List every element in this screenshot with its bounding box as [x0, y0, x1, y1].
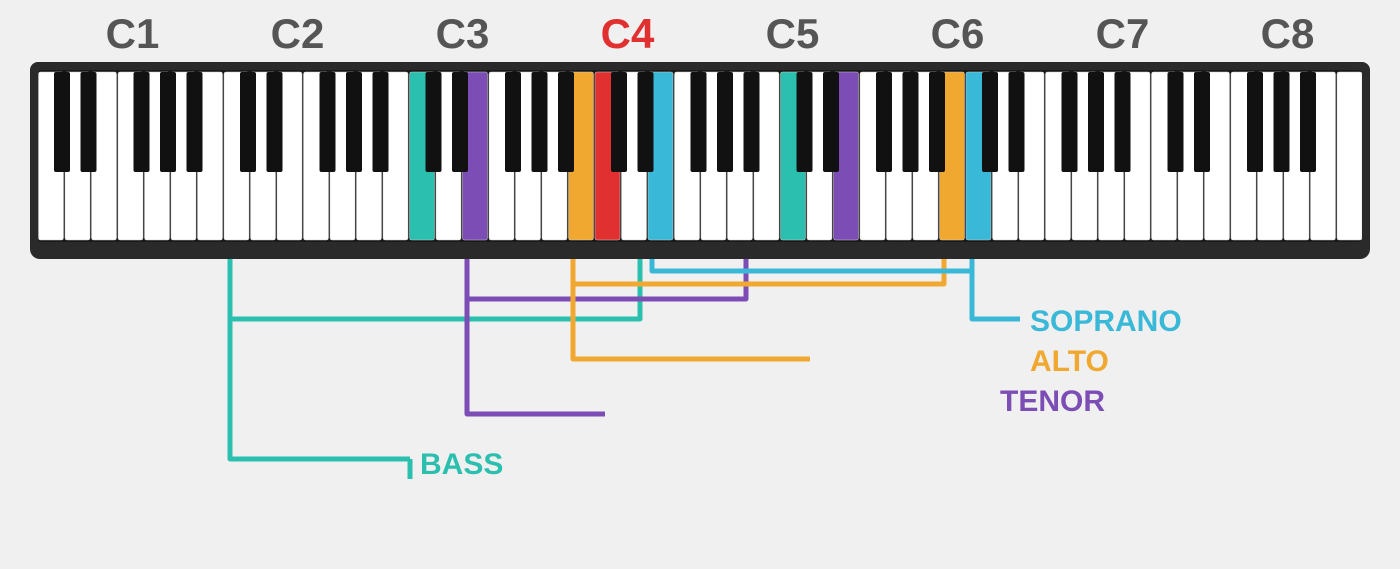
bass-label: BASS	[420, 448, 503, 481]
brackets-area: SOPRANO ALTO TENOR BASS	[30, 259, 1370, 509]
main-container: C1 C2 C3 C4 C5 C6 C7 C8 // This won't ex…	[0, 0, 1400, 569]
soprano-label: SOPRANO	[1030, 305, 1182, 338]
piano-keyboard: // This won't execute in SVG - we handle…	[30, 62, 1370, 259]
piano-svg: // This won't execute in SVG - we handle…	[38, 70, 1362, 242]
octave-labels: C1 C2 C3 C4 C5 C6 C7 C8	[50, 0, 1370, 58]
tenor-label: TENOR	[1000, 385, 1105, 418]
octave-label-c4: C4	[545, 10, 710, 58]
octave-label-c1: C1	[50, 10, 215, 58]
octave-label-c5: C5	[710, 10, 875, 58]
octave-label-c6: C6	[875, 10, 1040, 58]
octave-label-c8: C8	[1205, 10, 1370, 58]
brackets-svg: SOPRANO ALTO TENOR BASS	[30, 259, 1370, 509]
alto-label: ALTO	[1030, 345, 1109, 378]
octave-label-c2: C2	[215, 10, 380, 58]
octave-label-c7: C7	[1040, 10, 1205, 58]
octave-label-c3: C3	[380, 10, 545, 58]
